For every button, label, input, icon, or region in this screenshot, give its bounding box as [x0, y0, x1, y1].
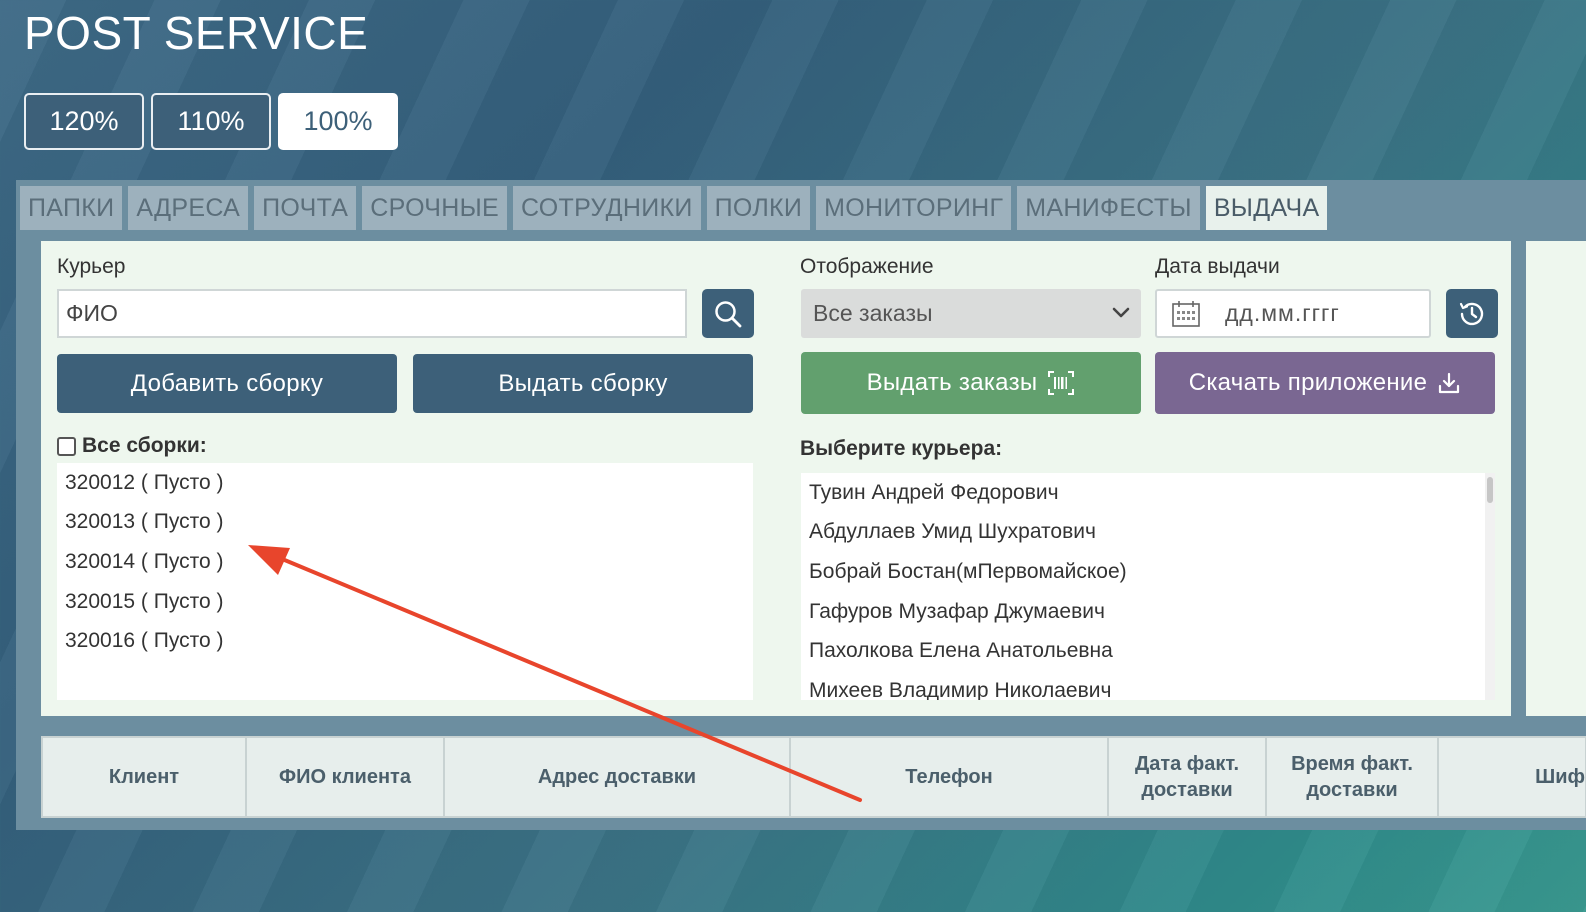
date-input[interactable]: дд.мм.гггг [1155, 289, 1431, 338]
download-app-button[interactable]: Скачать приложение [1155, 352, 1495, 414]
zoom-110-button[interactable]: 110% [151, 93, 271, 150]
list-item[interactable]: Абдуллаев Умид Шухратович [801, 513, 1495, 553]
search-button[interactable] [702, 289, 754, 338]
zoom-100-button[interactable]: 100% [278, 93, 398, 150]
all-assemblies-checkbox[interactable] [57, 436, 76, 456]
tab-mail[interactable]: ПОЧТА [254, 186, 357, 230]
th-actual-date[interactable]: Дата факт. доставки [1109, 738, 1267, 816]
all-assemblies-label: Все сборки: [82, 434, 207, 457]
tab-monitoring[interactable]: МОНИТОРИНГ [816, 186, 1012, 230]
assemblies-list[interactable]: 320012 ( Пусто ) 320013 ( Пусто ) 320014… [57, 463, 753, 700]
all-assemblies-row: Все сборки: [57, 434, 207, 458]
add-assembly-button[interactable]: Добавить сборку [57, 354, 397, 413]
issue-assembly-button[interactable]: Выдать сборку [413, 354, 753, 413]
history-button[interactable] [1446, 289, 1498, 338]
calendar-icon [1172, 300, 1200, 327]
th-delivery-address[interactable]: Адрес доставки [445, 738, 791, 816]
display-select-value: Все заказы [813, 300, 933, 326]
display-select[interactable]: Все заказы [801, 289, 1141, 338]
choose-courier-label: Выберите курьера: [800, 437, 1003, 460]
list-item[interactable]: 320013 ( Пусто ) [57, 503, 753, 543]
th-actual-time[interactable]: Время факт. доставки [1267, 738, 1439, 816]
tab-issue[interactable]: ВЫДАЧА [1205, 186, 1328, 230]
issue-orders-label: Выдать заказы [866, 369, 1038, 396]
display-label: Отображение [800, 255, 934, 278]
add-assembly-label: Добавить сборку [130, 369, 324, 397]
tab-employees[interactable]: СОТРУДНИКИ [513, 186, 701, 230]
tab-urgent[interactable]: СРОЧНЫЕ [362, 186, 507, 230]
tab-manifests[interactable]: МАНИФЕСТЫ [1017, 186, 1200, 230]
th-phone[interactable]: Телефон [791, 738, 1109, 816]
download-app-label: Скачать приложение [1188, 369, 1428, 396]
orders-table-header: Клиент ФИО клиента Адрес доставки Телефо… [41, 736, 1586, 818]
side-panel-edge [1526, 241, 1586, 716]
issue-assembly-label: Выдать сборку [498, 369, 668, 397]
courier-list[interactable]: Тувин Андрей Федорович Абдуллаев Умид Шу… [801, 473, 1495, 700]
th-client-name[interactable]: ФИО клиента [247, 738, 445, 816]
date-label: Дата выдачи [1155, 255, 1280, 278]
search-icon [715, 300, 742, 327]
history-icon [1459, 302, 1484, 325]
list-item[interactable]: 320012 ( Пусто ) [57, 463, 753, 503]
tab-folders[interactable]: ПАПКИ [20, 186, 123, 230]
scroll-thumb[interactable] [1487, 477, 1493, 503]
app-title: POST SERVICE [24, 7, 369, 59]
list-item[interactable]: Михеев Владимир Николаевич [801, 671, 1495, 700]
list-item[interactable]: Бобрай Бостан(мПервомайское) [801, 552, 1495, 592]
issue-form: Курьер ФИО Добавить сборку Выдать сборку… [41, 241, 1511, 716]
issue-orders-button[interactable]: Выдать заказы [801, 352, 1141, 414]
chevron-down-icon [1112, 307, 1130, 318]
courier-label: Курьер [57, 255, 126, 278]
zoom-120-button[interactable]: 120% [24, 93, 144, 150]
th-cipher[interactable]: Шиф [1439, 738, 1585, 816]
list-item[interactable]: 320016 ( Пусто ) [57, 621, 753, 661]
download-icon [1439, 372, 1460, 394]
tab-shelves[interactable]: ПОЛКИ [706, 186, 811, 230]
main-panel: ПАПКИ АДРЕСА ПОЧТА СРОЧНЫЕ СОТРУДНИКИ ПО… [16, 180, 1586, 830]
th-client[interactable]: Клиент [43, 738, 247, 816]
list-item[interactable]: Пахолкова Елена Анатольевна [801, 631, 1495, 671]
zoom-selector: 120% 110% 100% [24, 93, 398, 150]
list-item[interactable]: Гафуров Музафар Джумаевич [801, 592, 1495, 632]
list-item[interactable]: 320015 ( Пусто ) [57, 582, 753, 622]
tab-bar: ПАПКИ АДРЕСА ПОЧТА СРОЧНЫЕ СОТРУДНИКИ ПО… [20, 186, 1328, 230]
list-item[interactable]: Тувин Андрей Федорович [801, 473, 1495, 513]
barcode-icon [1048, 371, 1075, 395]
tab-addresses[interactable]: АДРЕСА [128, 186, 249, 230]
date-placeholder: дд.мм.гггг [1225, 300, 1340, 326]
courier-list-scrollbar[interactable] [1485, 473, 1495, 700]
list-item[interactable]: 320014 ( Пусто ) [57, 542, 753, 582]
courier-search-input[interactable]: ФИО [57, 289, 687, 338]
